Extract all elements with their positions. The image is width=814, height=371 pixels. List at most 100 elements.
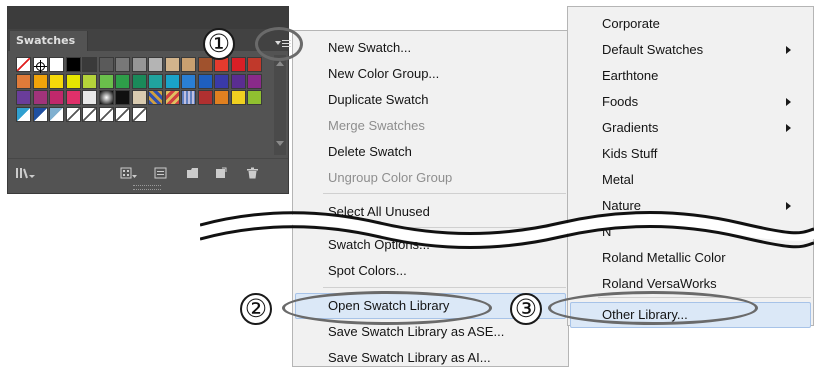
delete-swatch-icon[interactable]	[246, 167, 259, 179]
submenu-arrow-icon	[786, 98, 791, 106]
swatch-libraries-menu-icon[interactable]	[15, 167, 37, 179]
library-item-default-swatches[interactable]: Default Swatches	[568, 37, 813, 63]
color-swatch[interactable]	[65, 57, 81, 72]
color-swatch[interactable]	[181, 90, 196, 105]
swatch-options-icon[interactable]	[154, 167, 167, 179]
color-swatch[interactable]	[247, 57, 262, 72]
menu-item-delete-swatch[interactable]: Delete Swatch	[293, 139, 568, 165]
color-swatch[interactable]	[131, 73, 147, 89]
none-swatch[interactable]	[16, 57, 31, 72]
library-item-kids-stuff[interactable]: Kids Stuff	[568, 141, 813, 167]
color-swatch[interactable]	[164, 57, 180, 72]
color-swatch[interactable]	[131, 106, 147, 122]
library-item-earthtone[interactable]: Earthtone	[568, 63, 813, 89]
color-swatch[interactable]	[115, 90, 130, 105]
library-item-metal[interactable]: Metal	[568, 167, 813, 193]
color-swatch[interactable]	[98, 106, 114, 122]
library-item-foods[interactable]: Foods	[568, 89, 813, 115]
color-swatch[interactable]	[115, 106, 130, 122]
color-swatch[interactable]	[82, 90, 97, 105]
color-swatch[interactable]	[49, 90, 64, 105]
color-swatch[interactable]	[148, 57, 163, 72]
color-swatch[interactable]	[98, 57, 114, 72]
color-swatch[interactable]	[32, 90, 48, 105]
library-item-label: Foods	[602, 94, 639, 109]
color-swatch[interactable]	[247, 73, 262, 89]
color-swatch[interactable]	[214, 90, 229, 105]
library-item-label: Corporate	[602, 16, 660, 31]
show-swatch-kinds-icon[interactable]	[120, 167, 138, 179]
color-swatch[interactable]	[65, 106, 81, 122]
color-swatch[interactable]	[82, 106, 97, 122]
menu-item-merge-swatches: Merge Swatches	[328, 118, 425, 133]
color-swatch[interactable]	[148, 73, 163, 89]
callout-number-2: ②	[240, 293, 272, 325]
color-swatch[interactable]	[230, 57, 246, 72]
library-item-label: Gradients	[602, 120, 659, 135]
color-swatch[interactable]	[16, 90, 31, 105]
library-item-label: Kids Stuff	[602, 146, 658, 161]
color-swatch[interactable]	[247, 90, 262, 105]
color-swatch[interactable]	[197, 90, 213, 105]
color-swatch[interactable]	[16, 106, 31, 122]
callout-oval-menu-button	[255, 27, 303, 61]
color-swatch[interactable]	[16, 73, 31, 89]
swatch-library-submenu: Corporate Default Swatches Earthtone Foods G…	[567, 6, 814, 328]
color-swatch[interactable]	[115, 73, 130, 89]
color-swatch[interactable]	[49, 57, 64, 72]
color-swatch[interactable]	[65, 73, 81, 89]
color-swatch[interactable]	[65, 90, 81, 105]
color-swatch[interactable]	[131, 90, 147, 105]
submenu-arrow-icon	[786, 124, 791, 132]
color-swatch[interactable]	[181, 57, 196, 72]
tab-swatches[interactable]: Swatches	[10, 31, 88, 51]
menu-separator	[323, 193, 566, 194]
color-swatch[interactable]	[82, 73, 97, 89]
color-swatch[interactable]	[98, 73, 114, 89]
callout-oval-other-library	[548, 291, 758, 325]
registration-swatch[interactable]	[32, 57, 48, 73]
color-swatch[interactable]	[197, 73, 213, 89]
panel-title-bar[interactable]	[8, 7, 288, 29]
callout-oval-open-library	[282, 291, 492, 325]
menu-item-new-swatch[interactable]: New Swatch...	[293, 35, 568, 61]
library-item-gradients[interactable]: Gradients	[568, 115, 813, 141]
swatches-panel: Swatches	[7, 6, 291, 194]
scroll-up-icon[interactable]	[276, 61, 284, 66]
submenu-arrow-icon	[786, 46, 791, 54]
library-item-label: Earthtone	[602, 68, 659, 83]
color-swatch[interactable]	[230, 90, 246, 105]
color-swatch[interactable]	[214, 73, 229, 89]
callout-number-3: ③	[510, 293, 542, 325]
color-swatch[interactable]	[131, 57, 147, 72]
menu-item-spot-colors[interactable]: Spot Colors...	[293, 258, 568, 284]
color-swatch[interactable]	[230, 73, 246, 89]
panel-bottom-bar	[8, 158, 288, 193]
library-item-label: Metal	[602, 172, 634, 187]
color-swatch[interactable]	[148, 90, 163, 105]
menu-item-save-swatch-library-as-ai[interactable]: Save Swatch Library as AI...	[293, 345, 568, 371]
color-swatch[interactable]	[164, 73, 180, 89]
new-swatch-icon[interactable]	[214, 167, 227, 179]
resize-grip[interactable]	[133, 185, 161, 190]
menu-item-new-color-group[interactable]: New Color Group...	[293, 61, 568, 87]
color-swatch[interactable]	[164, 90, 180, 105]
scroll-down-icon[interactable]	[276, 141, 284, 146]
color-swatch[interactable]	[49, 73, 64, 89]
color-swatch[interactable]	[49, 106, 64, 122]
callout-number-1: ①	[203, 28, 235, 60]
library-item-corporate[interactable]: Corporate	[568, 11, 813, 37]
new-color-group-icon[interactable]	[186, 167, 199, 179]
color-swatch[interactable]	[32, 73, 48, 89]
library-item-label: Default Swatches	[602, 42, 704, 57]
color-swatch[interactable]	[115, 57, 130, 72]
menu-item-duplicate-swatch[interactable]: Duplicate Swatch	[293, 87, 568, 113]
color-swatch[interactable]	[32, 106, 48, 122]
color-swatch[interactable]	[82, 57, 97, 72]
color-swatch[interactable]	[98, 90, 114, 105]
color-swatch[interactable]	[181, 73, 196, 89]
menu-item-ungroup-color-group: Ungroup Color Group	[328, 170, 453, 185]
library-item-label: Roland VersaWorks	[602, 276, 717, 291]
panel-scrollbar[interactable]	[274, 55, 286, 155]
color-swatch[interactable]	[197, 57, 213, 72]
